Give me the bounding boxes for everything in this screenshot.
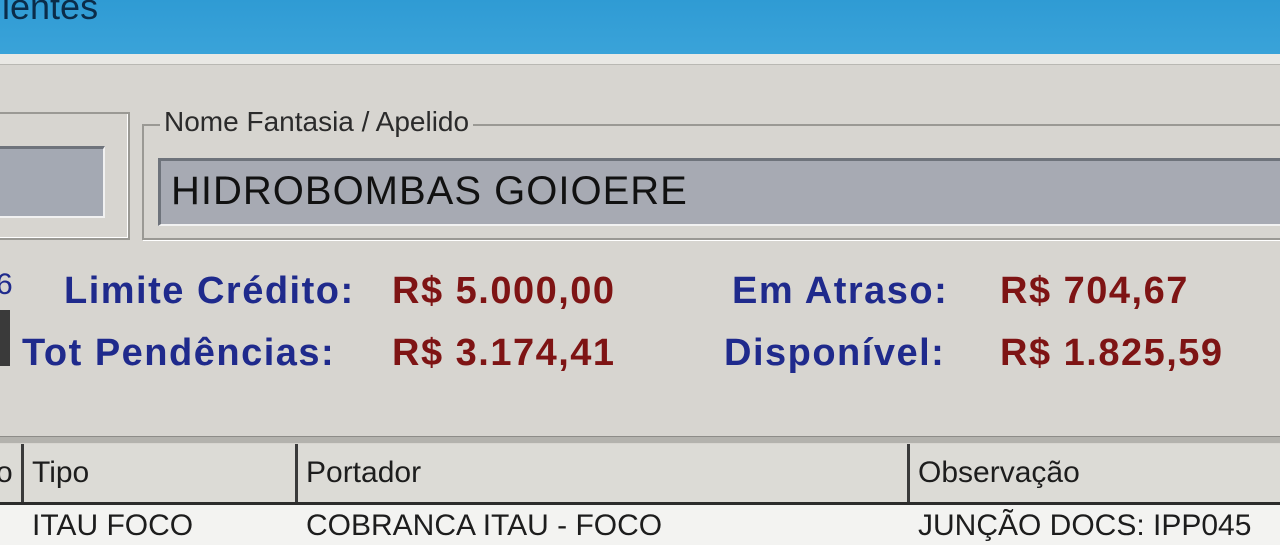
cell-observacao: JUNÇÃO DOCS: IPP045 — [918, 509, 1252, 542]
column-header-o[interactable]: o — [0, 444, 24, 502]
nome-fantasia-value: HIDROBOMBAS GOIOERE — [171, 169, 688, 213]
limite-credito-value: R$ 5.000,00 — [392, 270, 616, 312]
left-input-field[interactable] — [0, 146, 105, 218]
row-marker — [0, 310, 10, 366]
cell-tipo: ITAU FOCO — [32, 509, 194, 542]
em-atraso-value: R$ 704,67 — [1000, 270, 1189, 312]
disponivel-value: R$ 1.825,59 — [1000, 332, 1224, 374]
limite-credito-label: Limite Crédito: — [64, 270, 355, 312]
disponivel-label: Disponível: — [724, 332, 946, 374]
tot-pendencias-value: R$ 3.174,41 — [392, 332, 616, 374]
toolbar-strip — [0, 54, 1280, 65]
column-header-tipo[interactable]: Tipo — [24, 444, 298, 502]
column-header-observacao[interactable]: Observação — [910, 444, 1280, 502]
em-atraso-label: Em Atraso: — [732, 270, 949, 312]
nome-fantasia-label: Nome Fantasia / Apelido — [160, 106, 474, 138]
tot-pendencias-label: Tot Pendências: — [22, 332, 336, 374]
table-row[interactable]: ITAU FOCO COBRANCA ITAU - FOCO JUNÇÃO DO… — [0, 505, 1280, 545]
grid-separator — [0, 436, 1280, 443]
edge-label: 6 — [0, 268, 13, 301]
nome-fantasia-field[interactable]: HIDROBOMBAS GOIOERE — [158, 158, 1280, 226]
window-title: lientes — [0, 0, 99, 27]
cell-portador: COBRANCA ITAU - FOCO — [306, 509, 663, 542]
window-titlebar: lientes — [0, 0, 1280, 54]
column-header-portador[interactable]: Portador — [298, 444, 910, 502]
grid-header: o Tipo Portador Observação — [0, 444, 1280, 505]
